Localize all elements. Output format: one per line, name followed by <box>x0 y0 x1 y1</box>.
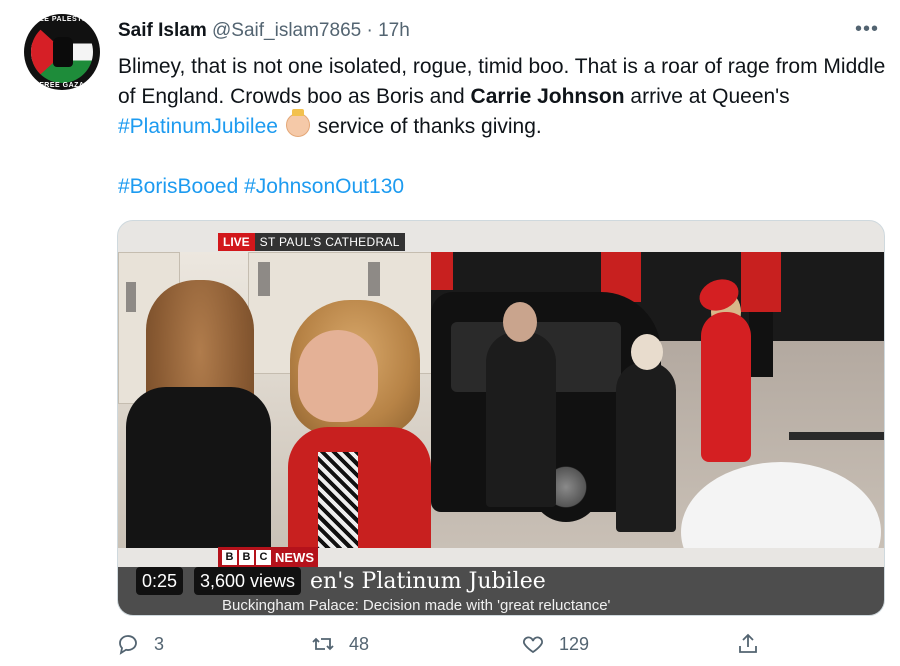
bbc-news-label: NEWS <box>275 549 314 565</box>
share-button[interactable] <box>736 632 774 656</box>
video-views: 3,600 views <box>194 567 302 595</box>
guard <box>431 252 453 290</box>
hashtag-borisbooed[interactable]: #BorisBooed <box>118 175 238 198</box>
person-right-face <box>298 330 378 422</box>
more-icon[interactable]: ••• <box>855 18 879 41</box>
window <box>368 262 380 296</box>
person-man2 <box>616 362 676 532</box>
avatar[interactable]: FREE PALESTINE FREE GAZA <box>24 14 100 90</box>
bbc-letter: B <box>222 549 237 565</box>
person-man1 <box>486 332 556 507</box>
corgi-emoji-icon <box>285 109 310 137</box>
video-ticker: Buckingham Palace: Decision made with 'g… <box>222 597 611 614</box>
reply-button[interactable]: 3 <box>116 632 164 656</box>
avatar-text-bottom: FREE GAZA <box>39 82 85 89</box>
guard-legs <box>749 312 773 377</box>
live-badge: LIVE ST PAUL'S CATHEDRAL <box>218 233 405 251</box>
hashtag-line: #BorisBooed #JohnsonOut130 <box>118 172 404 202</box>
separator-dot: · <box>366 20 373 41</box>
video-left-pane <box>118 252 431 548</box>
video-headline: en's Platinum Jubilee <box>310 569 546 594</box>
tweet-header: Saif Islam @Saif_islam7865 · 17h <box>118 19 410 43</box>
video-duration: 0:25 <box>136 567 184 595</box>
person-right-scarf <box>318 452 358 548</box>
bbc-letter: B <box>239 549 254 565</box>
like-icon <box>523 636 543 654</box>
tweet-text: Blimey, that is not one isolated, rogue,… <box>118 52 888 142</box>
hashtag-platinum-jubilee[interactable]: #PlatinumJubilee <box>118 115 278 138</box>
author-handle[interactable]: @Saif_islam7865 <box>212 20 361 41</box>
window <box>126 282 136 312</box>
person-left-coat <box>126 387 271 548</box>
live-location: ST PAUL'S CATHEDRAL <box>254 233 405 251</box>
video-right-pane <box>431 252 884 548</box>
tweet-text-part2: arrive at Queen's <box>624 85 790 108</box>
person-man1-head <box>503 302 537 342</box>
tweet-time[interactable]: 17h <box>378 20 410 41</box>
avatar-flag <box>31 21 93 83</box>
retweet-count: 48 <box>349 633 370 654</box>
fist-icon <box>53 37 73 67</box>
retweet-button[interactable]: 48 <box>311 632 369 656</box>
railing <box>789 432 884 440</box>
share-icon <box>739 633 757 653</box>
reply-count: 3 <box>154 633 165 654</box>
bbc-letter: C <box>256 549 271 565</box>
action-bar: 3 48 129 <box>116 632 766 662</box>
window <box>258 262 270 296</box>
tweet-text-bold: Carrie Johnson <box>470 85 625 108</box>
reply-icon <box>119 635 137 655</box>
person-right-coat <box>288 427 431 548</box>
like-button[interactable]: 129 <box>521 632 589 656</box>
retweet-icon <box>312 637 334 651</box>
avatar-text-top: FREE PALESTINE <box>28 16 96 23</box>
like-count: 129 <box>559 633 590 654</box>
person-woman-dress <box>701 312 751 462</box>
live-label: LIVE <box>218 233 255 251</box>
foreground-blur <box>681 462 881 548</box>
person-man2-head <box>631 334 663 370</box>
bbc-news-logo: B B C NEWS <box>218 547 318 567</box>
guard <box>741 252 781 312</box>
tweet-text-part3: service of thanks giving. <box>311 115 542 138</box>
hashtag-johnsonout130[interactable]: #JohnsonOut130 <box>244 175 404 198</box>
media-video[interactable]: LIVE ST PAUL'S CATHEDRAL B B C NEWS en's… <box>117 220 885 616</box>
author-name[interactable]: Saif Islam <box>118 20 207 41</box>
